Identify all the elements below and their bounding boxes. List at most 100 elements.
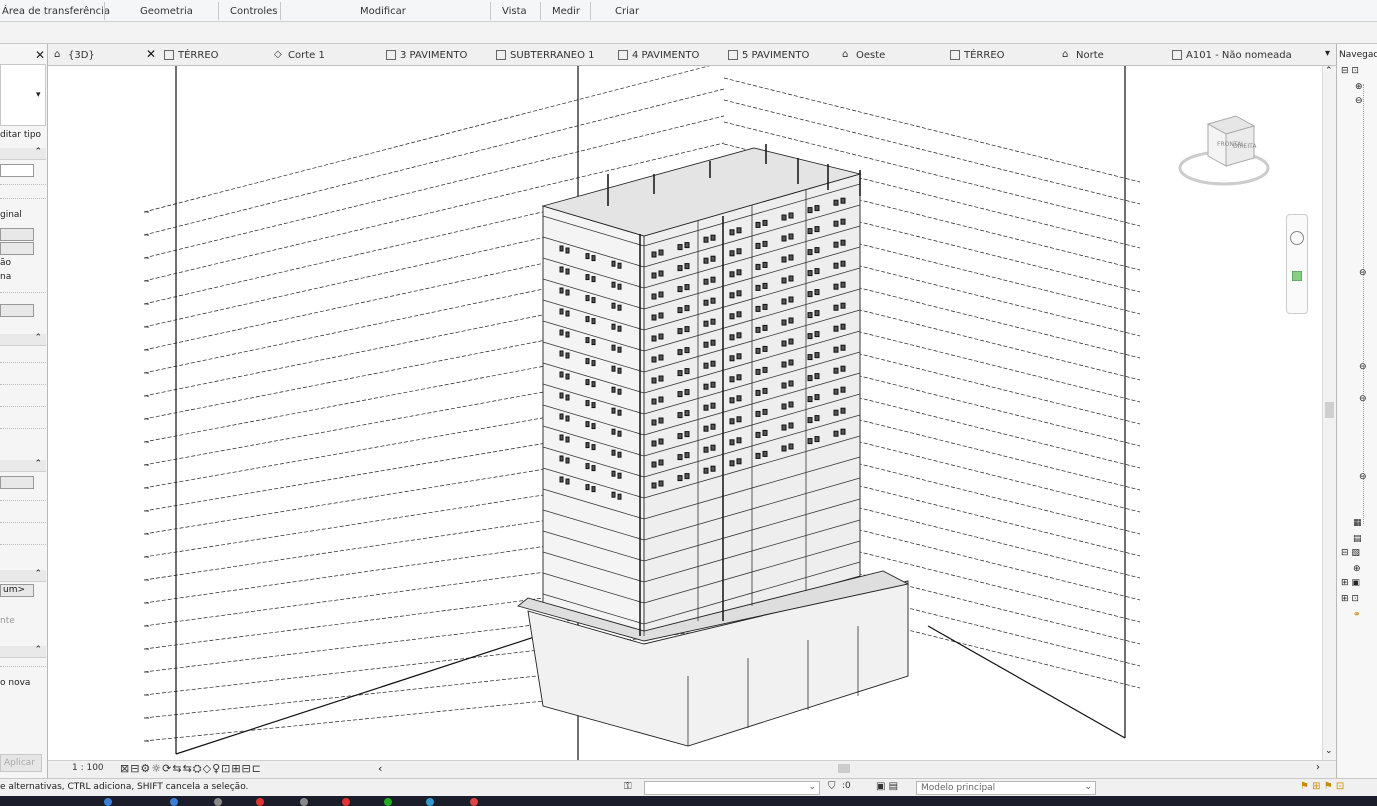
- families-icon[interactable]: ⊞ ▣: [1341, 578, 1360, 588]
- collapse-icon[interactable]: ⌃: [34, 569, 42, 579]
- edit-type-button[interactable]: ditar tipo: [0, 130, 41, 140]
- tree-item[interactable]: ⊖: [1359, 362, 1367, 372]
- app-icon[interactable]: [170, 798, 178, 806]
- window-mark: [703, 362, 709, 369]
- scroll-down-icon[interactable]: ⌄: [1325, 746, 1333, 756]
- properties-section[interactable]: ⌃: [0, 333, 46, 346]
- chevron-left-icon[interactable]: ‹: [378, 762, 382, 775]
- tree-expand-icon[interactable]: ⊕: [1353, 564, 1361, 574]
- app-icon[interactable]: [104, 798, 112, 806]
- property-field[interactable]: [0, 476, 34, 489]
- window-mark: [684, 263, 690, 270]
- viewcube-right-label[interactable]: DIREITA: [1233, 143, 1257, 150]
- collapse-icon[interactable]: ⌃: [34, 147, 42, 157]
- scroll-up-icon[interactable]: ⌃: [1325, 66, 1333, 76]
- window-mark: [559, 476, 564, 483]
- ribbon-group-geometry[interactable]: Geometria: [140, 6, 193, 17]
- ribbon-group-measure[interactable]: Medir: [552, 6, 580, 17]
- ribbon-group-create[interactable]: Criar: [615, 6, 639, 17]
- properties-section[interactable]: ⌃: [0, 147, 46, 160]
- property-field[interactable]: [0, 304, 34, 317]
- tree-item[interactable]: ⊖: [1359, 394, 1367, 404]
- ribbon-group-controls[interactable]: Controles: [230, 6, 278, 17]
- selection-filter-icon[interactable]: ⛉: [828, 781, 836, 792]
- collapse-icon[interactable]: ⌃: [34, 333, 42, 343]
- workset-combo[interactable]: ⌄: [644, 781, 820, 795]
- ribbon-group-clipboard[interactable]: Área de transferência: [2, 6, 110, 17]
- workset-icon[interactable]: ⚿: [624, 781, 632, 792]
- properties-section[interactable]: ⌃: [0, 645, 46, 658]
- tab-oeste[interactable]: ⌂ Oeste: [842, 48, 885, 62]
- tree-item[interactable]: ⊖: [1359, 268, 1367, 278]
- window-mark: [565, 289, 570, 296]
- ribbon-group-modify[interactable]: Modificar: [360, 6, 406, 17]
- viewcube[interactable]: FRONTAL DIREITA: [1178, 104, 1270, 190]
- zoom-icon[interactable]: [1292, 271, 1302, 281]
- tab-a101[interactable]: A101 - Não nomeada: [1172, 48, 1292, 62]
- scroll-thumb[interactable]: [1325, 402, 1334, 418]
- view-scale[interactable]: 1 : 100: [72, 763, 104, 773]
- 3d-viewport[interactable]: ⊸ ⊸ ⊸ ⊸ ⊸ ⊸ ⊸ ⊸ ⊸ ⊸ ⊸ ⊸ ⊸ ⊸ ⊸ ⊸ ⊸ ⊸ ⊸ ⊸ ⊸ ⊸ ⊸ ⊸: [48, 66, 1322, 760]
- tree-expand-icon[interactable]: ⊕: [1355, 82, 1363, 92]
- app-icon[interactable]: [300, 798, 308, 806]
- groups-icon[interactable]: ⊞ ⊡: [1341, 594, 1359, 604]
- level-head-icon: ⊸: [144, 623, 149, 630]
- tab-subterraneo-1[interactable]: SUBTERRANEO 1: [496, 48, 595, 62]
- app-icon[interactable]: [470, 798, 478, 806]
- tab-3-pavimento[interactable]: 3 PAVIMENTO: [386, 48, 467, 62]
- window-mark: [703, 257, 709, 264]
- ribbon-group-view[interactable]: Vista: [502, 6, 527, 17]
- app-icon[interactable]: [384, 798, 392, 806]
- window-mark: [814, 310, 820, 317]
- property-field[interactable]: um>: [0, 584, 34, 597]
- divider: [0, 198, 46, 199]
- tab-5-pavimento[interactable]: 5 PAVIMENTO: [728, 48, 809, 62]
- view-control-icons[interactable]: ⊠⊟⚙☼⟳⇆⇆⛭◇♀⊡⊞⊟⊏: [120, 762, 262, 776]
- tab-terreo-2[interactable]: TÉRREO: [950, 48, 1005, 62]
- window-mark: [658, 459, 664, 466]
- collapse-icon[interactable]: ⌃: [34, 459, 42, 469]
- building-model-drawing[interactable]: ⊸ ⊸ ⊸ ⊸ ⊸ ⊸ ⊸ ⊸ ⊸ ⊸ ⊸ ⊸ ⊸ ⊸ ⊸ ⊸ ⊸ ⊸ ⊸ ⊸ ⊸ ⊸ ⊸ ⊸: [48, 66, 1322, 760]
- property-field[interactable]: [0, 164, 34, 177]
- app-icon[interactable]: [426, 798, 434, 806]
- window-mark: [591, 486, 596, 493]
- chevron-right-icon[interactable]: ›: [1316, 762, 1320, 773]
- tab-4-pavimento[interactable]: 4 PAVIMENTO: [618, 48, 699, 62]
- legends-icon[interactable]: ▦: [1353, 518, 1362, 528]
- tree-expand-icon[interactable]: ⊖: [1355, 96, 1363, 106]
- window-mark: [788, 338, 794, 345]
- properties-section[interactable]: ⌃: [0, 459, 46, 472]
- property-field[interactable]: [0, 242, 34, 255]
- property-field[interactable]: [0, 228, 34, 241]
- design-option-combo[interactable]: Modelo principal ⌄: [916, 781, 1096, 795]
- properties-section[interactable]: ⌃: [0, 569, 46, 582]
- tab-corte-1[interactable]: ◇ Corte 1: [274, 48, 325, 62]
- selection-toggle-icons[interactable]: ⚑ ⊞ ⚑ ⊡: [1300, 781, 1344, 792]
- window-mark: [736, 269, 742, 276]
- app-icon[interactable]: [256, 798, 264, 806]
- tree-expand-icon[interactable]: ⊟ ⊡: [1341, 66, 1359, 76]
- apply-button[interactable]: Aplicar: [0, 754, 42, 772]
- sheets-icon[interactable]: ⊟ ▧: [1341, 548, 1360, 558]
- window-mark: [729, 355, 735, 362]
- steering-wheel-icon[interactable]: [1290, 231, 1304, 245]
- chevron-down-icon[interactable]: ▾: [36, 90, 41, 100]
- design-options-icon[interactable]: ▣ ▤: [876, 781, 898, 792]
- app-icon[interactable]: [214, 798, 222, 806]
- window-mark: [585, 421, 590, 428]
- window-mark: [611, 386, 616, 393]
- close-icon[interactable]: ✕: [146, 47, 156, 61]
- horizontal-scroll-thumb[interactable]: [838, 764, 850, 773]
- tab-terreo[interactable]: TÉRREO: [164, 48, 219, 62]
- viewport-vertical-scrollbar[interactable]: ⌃ ⌄: [1322, 66, 1336, 760]
- tabs-menu-button[interactable]: ▾: [1325, 48, 1330, 59]
- tab-norte[interactable]: ⌂ Norte: [1062, 48, 1104, 62]
- properties-close-button[interactable]: ✕: [35, 48, 45, 62]
- schedules-icon[interactable]: ▤: [1353, 534, 1362, 544]
- tree-item[interactable]: ⊖: [1359, 472, 1367, 482]
- tab-3d[interactable]: ⌂ {3D}: [54, 48, 95, 62]
- window-mark: [840, 197, 846, 204]
- collapse-icon[interactable]: ⌃: [34, 645, 42, 655]
- app-icon[interactable]: [342, 798, 350, 806]
- revit-links-icon[interactable]: ⚭: [1353, 610, 1361, 620]
